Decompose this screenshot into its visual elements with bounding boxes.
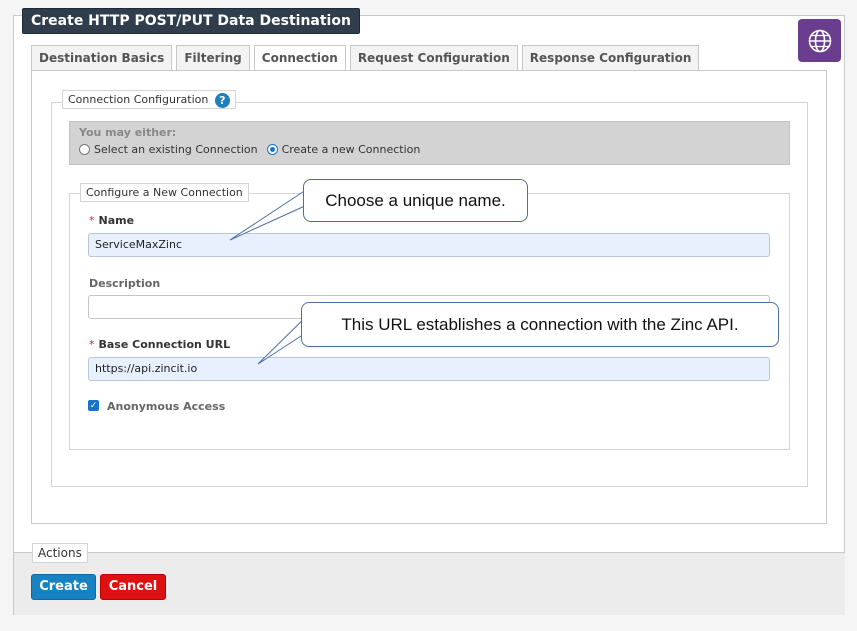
name-callout: Choose a unique name. [303,179,528,222]
url-callout: This URL establishes a connection with t… [301,302,779,347]
